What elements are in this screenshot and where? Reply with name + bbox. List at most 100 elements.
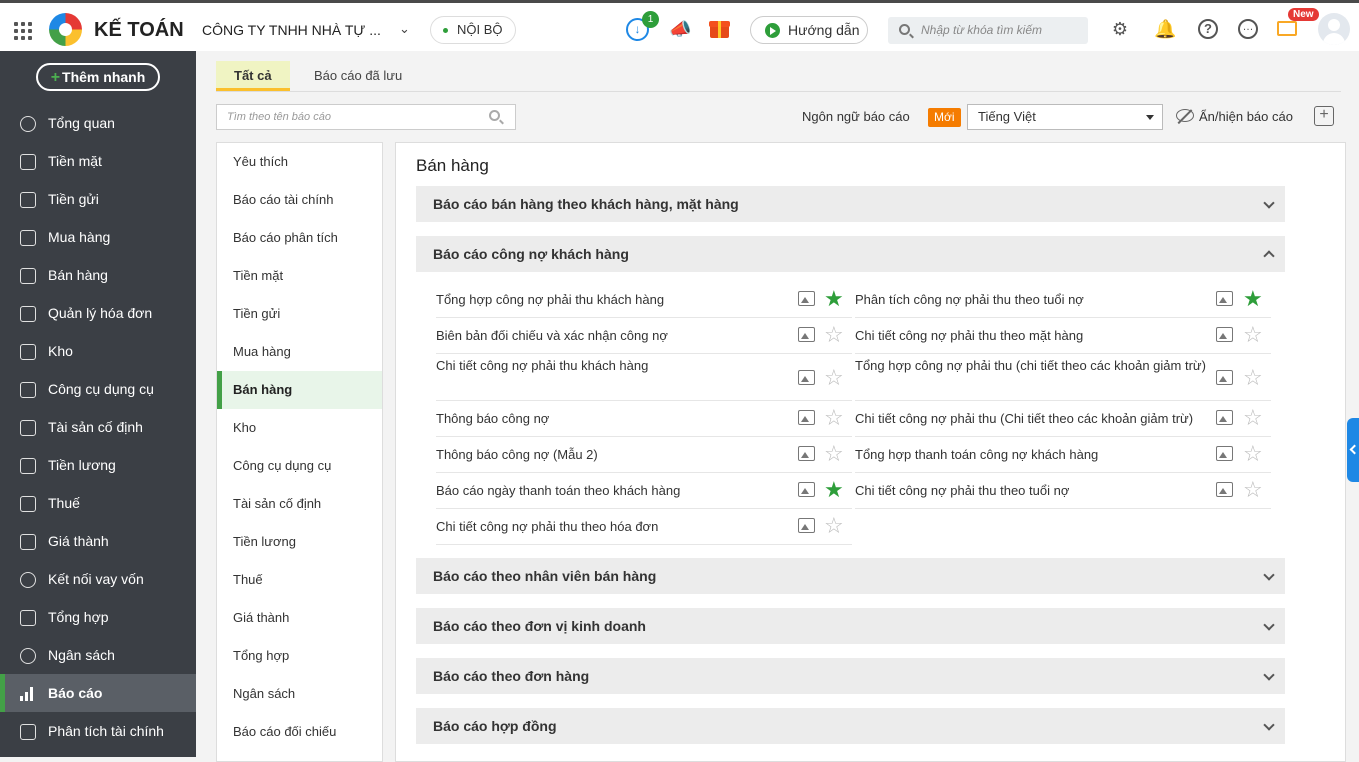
sidebar-item[interactable]: Mua hàng xyxy=(0,218,196,256)
report-group-header[interactable]: Báo cáo bán hàng theo khách hàng, mặt hà… xyxy=(416,186,1285,222)
sidebar-item[interactable]: Quản lý hóa đơn xyxy=(0,294,196,332)
chevron-up-icon[interactable] xyxy=(1263,250,1275,262)
category-item[interactable]: Tiền gửi xyxy=(217,295,382,333)
eye-off-icon[interactable] xyxy=(1176,109,1194,122)
preview-image-icon[interactable] xyxy=(798,291,815,306)
bell-icon[interactable]: 🔔 xyxy=(1154,19,1176,39)
star-outline-icon[interactable]: ☆ xyxy=(1243,407,1263,429)
preview-image-icon[interactable] xyxy=(798,370,815,385)
star-filled-icon[interactable]: ★ xyxy=(1243,288,1263,310)
category-item[interactable]: Báo cáo tài chính xyxy=(217,181,382,219)
chevron-down-icon[interactable] xyxy=(1263,619,1275,631)
star-outline-icon[interactable]: ☆ xyxy=(1243,443,1263,465)
category-item[interactable]: Bán hàng xyxy=(217,371,382,409)
gear-icon[interactable]: ⚙ xyxy=(1110,19,1130,39)
category-item[interactable]: Tài sản cố định xyxy=(217,485,382,523)
category-item[interactable]: Tiền mặt xyxy=(217,257,382,295)
avatar[interactable] xyxy=(1318,13,1350,45)
preview-image-icon[interactable] xyxy=(798,327,815,342)
preview-image-icon[interactable] xyxy=(798,482,815,497)
sidebar-item[interactable]: Báo cáo xyxy=(0,674,196,712)
mail-icon[interactable] xyxy=(1277,21,1297,36)
sidebar-item[interactable]: Bán hàng xyxy=(0,256,196,294)
sidebar-item[interactable]: Giá thành xyxy=(0,522,196,560)
report-link[interactable]: Thông báo công nợ xyxy=(436,410,794,428)
preview-image-icon[interactable] xyxy=(1216,370,1233,385)
report-link[interactable]: Báo cáo ngày thanh toán theo khách hàng xyxy=(436,482,794,500)
category-item[interactable]: Yêu thích xyxy=(217,143,382,181)
sidebar-item[interactable]: Thuế xyxy=(0,484,196,522)
show-hide-reports-button[interactable]: Ẩn/hiện báo cáo xyxy=(1199,109,1293,124)
star-outline-icon[interactable]: ☆ xyxy=(824,443,844,465)
sidebar-item[interactable]: Phân tích tài chính xyxy=(0,712,196,750)
report-link[interactable]: Tổng hợp công nợ phải thu khách hàng xyxy=(436,291,794,309)
preview-image-icon[interactable] xyxy=(1216,482,1233,497)
chevron-down-icon[interactable] xyxy=(1263,569,1275,581)
apps-grid-icon[interactable] xyxy=(14,22,32,40)
preview-image-icon[interactable] xyxy=(1216,291,1233,306)
preview-image-icon[interactable] xyxy=(798,410,815,425)
category-item[interactable]: Báo cáo đối chiếu xyxy=(217,713,382,751)
category-item[interactable]: Kho xyxy=(217,409,382,447)
category-item[interactable]: Công cụ dụng cụ xyxy=(217,447,382,485)
report-link[interactable]: Thông báo công nợ (Mẫu 2) xyxy=(436,446,794,464)
report-search-input[interactable]: Tìm theo tên báo cáo xyxy=(216,104,516,130)
star-outline-icon[interactable]: ☆ xyxy=(1243,479,1263,501)
gift-icon[interactable] xyxy=(709,17,730,39)
category-item[interactable]: Mua hàng xyxy=(217,333,382,371)
category-item[interactable]: Ngân sách xyxy=(217,675,382,713)
chevron-down-icon[interactable] xyxy=(1263,719,1275,731)
add-report-icon[interactable]: + xyxy=(1314,106,1334,126)
category-item[interactable]: Tiền lương xyxy=(217,523,382,561)
report-link[interactable]: Chi tiết công nợ phải thu theo tuổi nợ xyxy=(855,482,1212,500)
report-group-header[interactable]: Báo cáo hợp đồng xyxy=(416,708,1285,744)
star-outline-icon[interactable]: ☆ xyxy=(824,407,844,429)
sidebar-item[interactable]: Tổng hợp xyxy=(0,598,196,636)
category-item[interactable]: Thuế xyxy=(217,561,382,599)
star-outline-icon[interactable]: ☆ xyxy=(1243,324,1263,346)
chevron-down-icon[interactable] xyxy=(1263,197,1275,209)
star-filled-icon[interactable]: ★ xyxy=(824,288,844,310)
report-link[interactable]: Phân tích công nợ phải thu theo tuổi nợ xyxy=(855,291,1212,309)
report-link[interactable]: Tổng hợp thanh toán công nợ khách hàng xyxy=(855,446,1212,464)
sidebar-item[interactable]: Kết nối vay vốn xyxy=(0,560,196,598)
chevron-down-icon[interactable]: ⌄ xyxy=(399,21,410,37)
category-item[interactable]: Tổng hợp xyxy=(217,637,382,675)
report-link[interactable]: Chi tiết công nợ phải thu khách hàng xyxy=(436,357,794,375)
sidebar-item[interactable]: Tổng quan xyxy=(0,104,196,142)
logo-icon[interactable] xyxy=(49,13,82,46)
megaphone-icon[interactable]: 📣 xyxy=(669,19,691,40)
report-link[interactable]: Biên bản đối chiếu và xác nhận công nợ xyxy=(436,327,794,345)
company-name[interactable]: CÔNG TY TNHH NHÀ TỰ ... xyxy=(202,22,381,38)
sidebar-item[interactable]: Tiền gửi xyxy=(0,180,196,218)
report-link[interactable]: Chi tiết công nợ phải thu (Chi tiết theo… xyxy=(855,410,1212,428)
side-panel-toggle[interactable] xyxy=(1347,418,1359,482)
preview-image-icon[interactable] xyxy=(798,446,815,461)
chat-icon[interactable]: … xyxy=(1238,19,1258,39)
report-group-header[interactable]: Báo cáo theo nhân viên bán hàng xyxy=(416,558,1285,594)
sidebar-item[interactable]: Tiền mặt xyxy=(0,142,196,180)
tab-all[interactable]: Tất cả xyxy=(216,61,290,91)
help-icon[interactable]: ? xyxy=(1198,19,1218,39)
report-link[interactable]: Chi tiết công nợ phải thu theo mặt hàng xyxy=(855,327,1212,345)
guide-button[interactable]: Hướng dẫn xyxy=(750,16,868,44)
report-group-header[interactable]: Báo cáo theo đơn hàng xyxy=(416,658,1285,694)
star-outline-icon[interactable]: ☆ xyxy=(824,515,844,537)
preview-image-icon[interactable] xyxy=(1216,327,1233,342)
sidebar-item[interactable]: Ngân sách xyxy=(0,636,196,674)
star-outline-icon[interactable]: ☆ xyxy=(824,367,844,389)
report-group-header[interactable]: Báo cáo theo đơn vị kinh doanh xyxy=(416,608,1285,644)
preview-image-icon[interactable] xyxy=(1216,446,1233,461)
quick-add-button[interactable]: + Thêm nhanh xyxy=(36,63,160,91)
tab-saved-reports[interactable]: Báo cáo đã lưu xyxy=(296,61,420,91)
sidebar-item[interactable]: Tài sản cố định xyxy=(0,408,196,446)
sidebar-item[interactable]: Tiền lương xyxy=(0,446,196,484)
report-group-header[interactable]: Báo cáo công nợ khách hàng xyxy=(416,236,1285,272)
preview-image-icon[interactable] xyxy=(1216,410,1233,425)
star-outline-icon[interactable]: ☆ xyxy=(824,324,844,346)
star-filled-icon[interactable]: ★ xyxy=(824,479,844,501)
scope-selector[interactable]: NỘI BỘ xyxy=(430,16,516,44)
chevron-down-icon[interactable] xyxy=(1263,669,1275,681)
sidebar-item[interactable]: Kho xyxy=(0,332,196,370)
sidebar-item[interactable]: Công cụ dụng cụ xyxy=(0,370,196,408)
